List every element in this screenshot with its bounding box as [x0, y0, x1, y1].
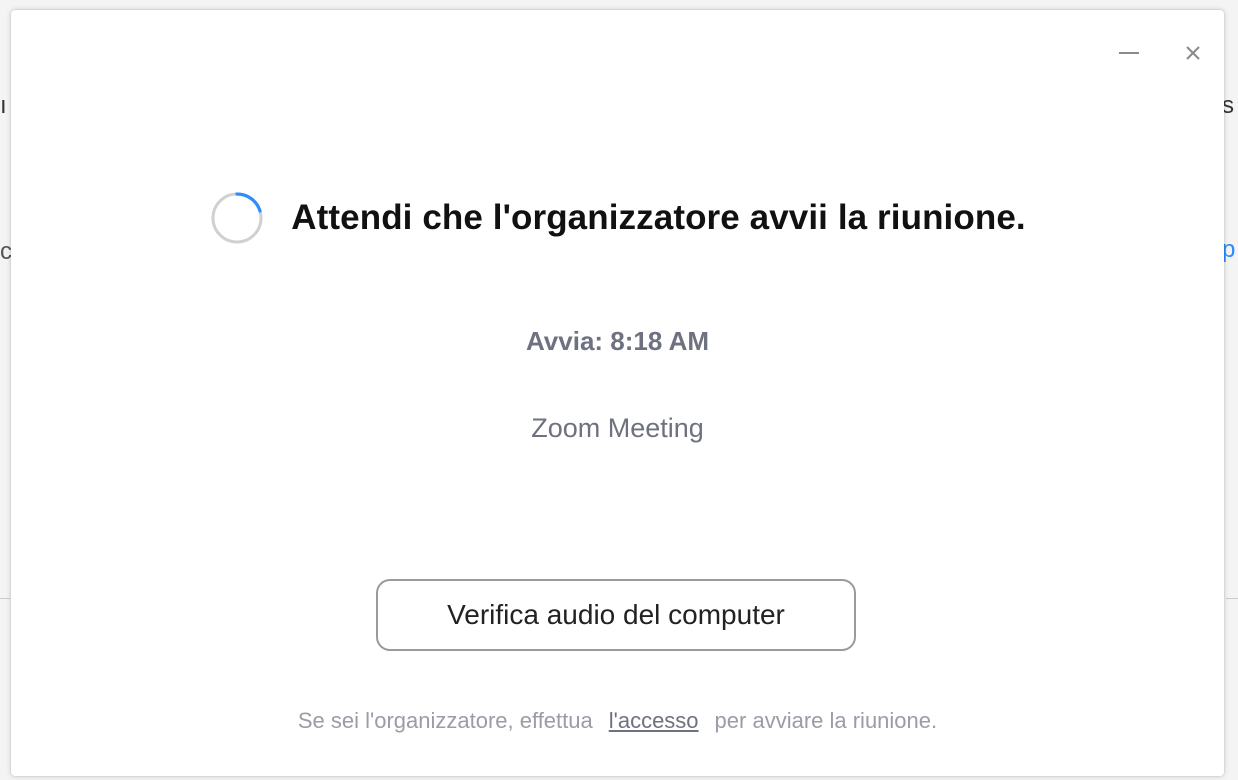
- footer-text-after: per avviare la riunione.: [714, 708, 938, 733]
- sign-in-link[interactable]: l'accesso: [609, 708, 699, 733]
- background-text-fragment: ı: [0, 92, 7, 119]
- heading-row: Attendi che l'organizzatore avvii la riu…: [11, 190, 1224, 246]
- background-divider: [1226, 598, 1238, 599]
- close-button[interactable]: [1180, 40, 1206, 66]
- loading-spinner-icon: [209, 190, 265, 246]
- meeting-name: Zoom Meeting: [531, 413, 704, 443]
- meeting-start-time: Avvia: 8:18 AM: [525, 326, 710, 356]
- close-icon: [1186, 46, 1200, 60]
- page-title: Attendi che l'organizzatore avvii la riu…: [291, 198, 1026, 237]
- minimize-button[interactable]: [1116, 40, 1142, 66]
- window-controls: [1116, 40, 1206, 66]
- background-divider: [0, 598, 10, 599]
- host-sign-in-footer: Se sei l'organizzatore, effettua l'access…: [11, 708, 1224, 734]
- footer-text-before: Se sei l'organizzatore, effettua: [297, 708, 593, 733]
- minimize-icon: [1119, 52, 1139, 54]
- test-computer-audio-button[interactable]: Verifica audio del computer: [376, 579, 856, 651]
- background-text-fragment: p: [1222, 236, 1236, 263]
- waiting-for-host-dialog: Attendi che l'organizzatore avvii la riu…: [11, 10, 1224, 776]
